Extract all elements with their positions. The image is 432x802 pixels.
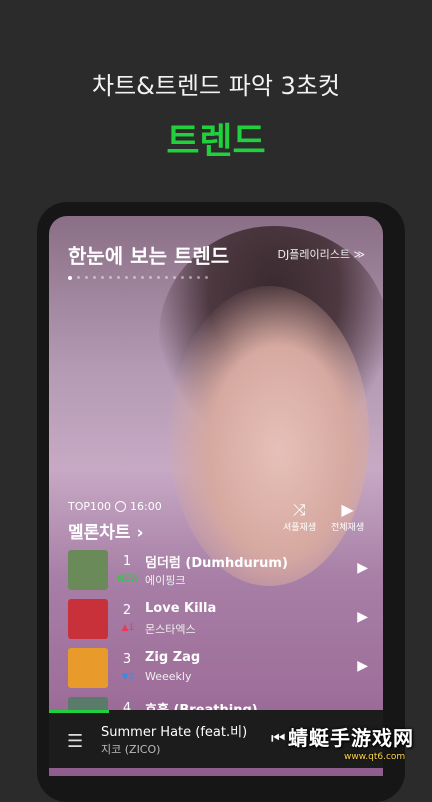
dj-playlist-link[interactable]: DJ플레이리스트 ≫ — [278, 246, 365, 262]
carousel-dot[interactable] — [77, 276, 80, 279]
carousel-dot[interactable] — [149, 276, 152, 279]
chart-row[interactable]: 3 ▼2 Zig Zag Weeekly ▶ — [68, 648, 368, 692]
watermark-text: 蜻蜓手游戏网 — [288, 726, 414, 750]
rank-change: NEW — [117, 574, 139, 584]
site-watermark: 蜻蜓手游戏网 www.qt6.com — [288, 722, 428, 766]
carousel-dot[interactable] — [109, 276, 112, 279]
playback-progress-bar — [49, 710, 110, 713]
rank-number: 3 — [122, 652, 132, 667]
rank-change: ▲1 — [121, 623, 135, 633]
artist-name: 몬스타엑스 — [145, 623, 196, 636]
rank-number: 2 — [122, 603, 132, 618]
carousel-dot[interactable] — [205, 276, 208, 279]
carousel-dot[interactable] — [68, 276, 72, 280]
artist-name: 에이핑크 — [145, 574, 186, 587]
carousel-dot[interactable] — [189, 276, 192, 279]
melon-chart-title[interactable]: 멜론차트 › — [68, 518, 143, 543]
album-art — [68, 550, 108, 590]
song-title: Love Killa — [145, 601, 217, 616]
rank-number: 1 — [122, 554, 132, 569]
play-all-label: 전체재생 — [331, 523, 365, 533]
carousel-dot[interactable] — [157, 276, 160, 279]
carousel-indicator — [68, 276, 208, 280]
chart-time: 16:00 — [130, 500, 162, 513]
playlist-icon[interactable]: ☰ — [67, 731, 83, 752]
app-screen: 한눈에 보는 트렌드 DJ플레이리스트 ≫ TOP100 16:00 멜론차트 … — [49, 216, 383, 776]
shuffle-icon: ⤨ — [293, 500, 306, 519]
album-art — [68, 599, 108, 639]
carousel-dot[interactable] — [125, 276, 128, 279]
previous-track-icon[interactable]: ⏮ — [271, 728, 285, 748]
play-all-button[interactable]: ▶ 전체재생 — [331, 500, 364, 533]
artist-name: Weeekly — [145, 670, 192, 683]
carousel-dot[interactable] — [133, 276, 136, 279]
chart-row[interactable]: 1 NEW 덤더럼 (Dumhdurum) 에이핑크 ▶ — [68, 550, 368, 594]
play-icon[interactable]: ▶ — [357, 560, 368, 576]
rank-change: ▼2 — [121, 672, 135, 682]
shuffle-button[interactable]: ⤨ 셔플재생 — [283, 500, 316, 533]
now-playing-artist: 지코 (ZICO) — [101, 743, 161, 756]
trend-section-title: 한눈에 보는 트렌드 — [68, 244, 230, 268]
play-icon[interactable]: ▶ — [357, 658, 368, 674]
chart-row[interactable]: 2 ▲1 Love Killa 몬스타엑스 ▶ — [68, 599, 368, 643]
shuffle-label: 셔플재생 — [283, 523, 317, 533]
chart-meta: TOP100 16:00 — [68, 500, 162, 513]
carousel-dot[interactable] — [173, 276, 176, 279]
chart-label: TOP100 — [68, 500, 112, 513]
play-icon: ▶ — [341, 500, 354, 519]
watermark-url: www.qt6.com — [344, 752, 406, 762]
song-title: Zig Zag — [145, 650, 201, 665]
promo-headline: 차트&트렌드 파악 3초컷 — [92, 72, 340, 100]
hero-image-face — [169, 286, 369, 586]
carousel-dot[interactable] — [181, 276, 184, 279]
promo-accent-title: 트렌드 — [166, 121, 266, 162]
carousel-dot[interactable] — [85, 276, 88, 279]
carousel-dot[interactable] — [93, 276, 96, 279]
song-title: 덤더럼 (Dumhdurum) — [145, 556, 288, 571]
carousel-dot[interactable] — [141, 276, 144, 279]
album-art — [68, 648, 108, 688]
carousel-dot[interactable] — [165, 276, 168, 279]
carousel-dot[interactable] — [117, 276, 120, 279]
now-playing-title: Summer Hate (feat.비) — [101, 725, 248, 740]
play-icon[interactable]: ▶ — [357, 609, 368, 625]
carousel-dot[interactable] — [197, 276, 200, 279]
clock-icon — [115, 501, 127, 512]
carousel-dot[interactable] — [101, 276, 104, 279]
